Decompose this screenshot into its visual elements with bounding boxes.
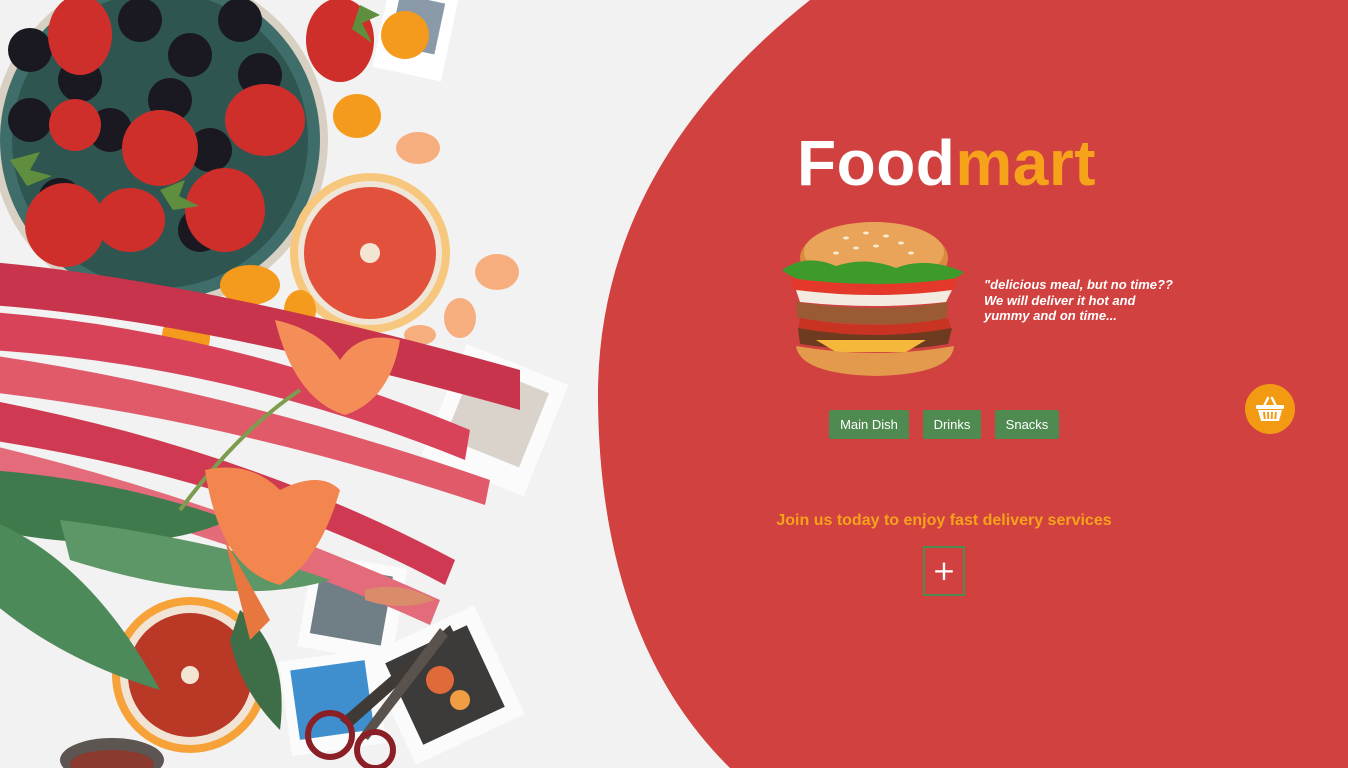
burger-image bbox=[782, 222, 964, 376]
drinks-button[interactable]: Drinks bbox=[923, 410, 981, 439]
basket-icon bbox=[1256, 396, 1284, 421]
join-button[interactable]: + bbox=[923, 546, 965, 596]
snacks-button[interactable]: Snacks bbox=[995, 410, 1059, 439]
red-panel bbox=[597, 0, 1348, 768]
cart-button[interactable] bbox=[1245, 384, 1295, 434]
join-text: Join us today to enjoy fast delivery ser… bbox=[776, 512, 1112, 529]
plus-icon: + bbox=[932, 554, 956, 587]
brand-logo: Foodmart bbox=[797, 125, 1096, 201]
brand-logo-food: Food bbox=[797, 127, 956, 199]
tagline: "delicious meal, but no time?? We will d… bbox=[984, 277, 1173, 323]
main-dish-button[interactable]: Main Dish bbox=[829, 410, 909, 439]
brand-logo-mart: mart bbox=[955, 127, 1097, 199]
